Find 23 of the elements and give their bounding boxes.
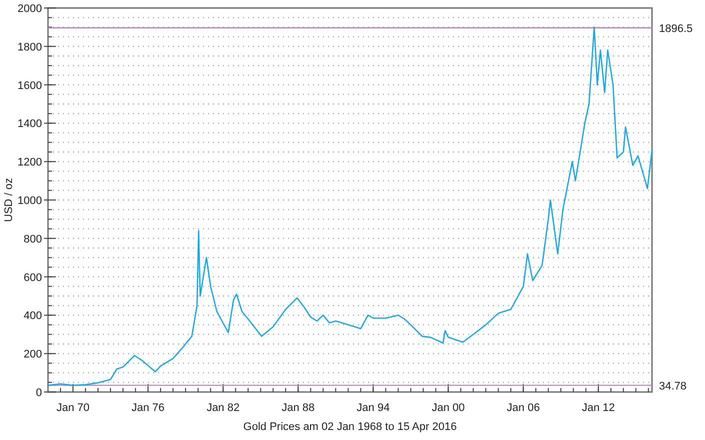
tick-label: Jan 88 [282,402,315,414]
tick-label: Jan 76 [132,402,165,414]
tick-label: Jan 70 [56,402,90,414]
tick-label: 800 [24,233,42,246]
tick-label: 1800 [18,41,42,54]
tick-label: Jan 00 [432,402,465,414]
axis-title: USD / oz [3,178,15,222]
reference-label: 34.78 [659,380,687,392]
tick-label: 1600 [18,80,42,92]
tick-label: 1000 [18,195,42,207]
tick-label: 1200 [18,156,42,169]
tick-label: Jan 82 [206,402,240,414]
tick-label: Jan 06 [506,402,540,414]
reference-label: 1896.5 [659,22,693,35]
chart-title: Gold Prices am 02 Jan 1968 to 15 Apr 2016 [243,421,457,433]
tick-label: 200 [24,348,42,361]
tick-label: 600 [24,272,42,284]
tick-label: Jan 12 [582,402,615,414]
tick-label: 400 [24,310,42,322]
tick-label: 2000 [18,3,42,15]
tick-label: Jan 94 [356,402,390,414]
tick-label: 1400 [18,118,42,130]
tick-label: 0 [36,387,42,399]
